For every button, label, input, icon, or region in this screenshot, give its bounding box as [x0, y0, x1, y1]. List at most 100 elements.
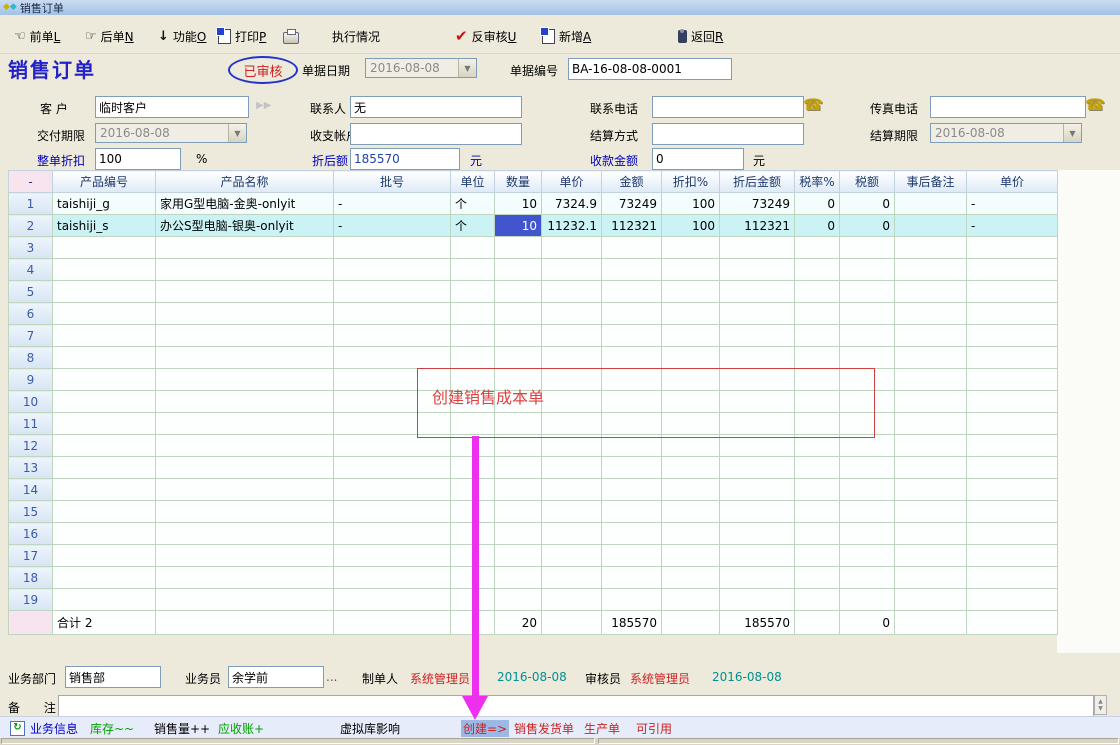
column-header[interactable]: 折后金额: [720, 171, 795, 193]
table-cell[interactable]: [53, 523, 156, 545]
table-cell[interactable]: [967, 567, 1058, 589]
table-cell[interactable]: [156, 501, 334, 523]
fax-input[interactable]: [930, 96, 1086, 118]
table-cell[interactable]: 11232.1: [542, 215, 602, 237]
row-number-cell[interactable]: 18: [9, 567, 53, 589]
table-cell[interactable]: [967, 259, 1058, 281]
table-cell[interactable]: -: [334, 215, 451, 237]
table-cell[interactable]: [53, 413, 156, 435]
table-cell[interactable]: [602, 501, 662, 523]
table-cell[interactable]: [495, 303, 542, 325]
table-cell[interactable]: [542, 567, 602, 589]
table-cell[interactable]: [795, 545, 840, 567]
table-cell[interactable]: [53, 369, 156, 391]
table-cell[interactable]: [334, 303, 451, 325]
settle-method-input[interactable]: [652, 123, 804, 145]
table-cell[interactable]: [840, 523, 895, 545]
table-cell[interactable]: [156, 589, 334, 611]
column-header[interactable]: 数量: [495, 171, 542, 193]
table-cell[interactable]: [451, 325, 495, 347]
table-cell[interactable]: [720, 347, 795, 369]
bottombar-item-business-info[interactable]: 业务信息: [30, 720, 78, 737]
table-cell[interactable]: [967, 413, 1058, 435]
table-cell[interactable]: [495, 457, 542, 479]
table-cell[interactable]: [602, 589, 662, 611]
bottombar-item-sales-delivery[interactable]: 销售发货单: [514, 720, 574, 737]
table-cell[interactable]: [720, 259, 795, 281]
toolbar-button-new[interactable]: 新增A: [542, 26, 591, 46]
table-cell[interactable]: [795, 567, 840, 589]
table-cell[interactable]: [334, 347, 451, 369]
table-cell[interactable]: 73249: [720, 193, 795, 215]
table-cell[interactable]: [156, 457, 334, 479]
table-cell[interactable]: [895, 237, 967, 259]
table-cell[interactable]: [895, 567, 967, 589]
column-header[interactable]: 金额: [602, 171, 662, 193]
table-cell[interactable]: [495, 523, 542, 545]
table-cell[interactable]: [451, 303, 495, 325]
table-cell[interactable]: [895, 501, 967, 523]
spin-down-icon[interactable]: ▼: [1098, 705, 1103, 712]
table-cell[interactable]: [495, 347, 542, 369]
table-cell[interactable]: [542, 347, 602, 369]
table-cell[interactable]: 10: [495, 215, 542, 237]
column-header[interactable]: 批号: [334, 171, 451, 193]
table-cell[interactable]: [967, 457, 1058, 479]
table-cell[interactable]: [602, 523, 662, 545]
toolbar-button-printer[interactable]: [283, 26, 299, 46]
table-cell[interactable]: [156, 479, 334, 501]
table-cell[interactable]: [542, 501, 602, 523]
table-cell[interactable]: [334, 325, 451, 347]
table-cell[interactable]: [542, 237, 602, 259]
bottombar-item-inventory[interactable]: 库存~~: [90, 720, 134, 737]
table-cell[interactable]: [662, 457, 720, 479]
table-cell[interactable]: [967, 545, 1058, 567]
bottombar-item-receivable[interactable]: 应收账+: [218, 720, 264, 737]
table-cell[interactable]: [602, 347, 662, 369]
table-cell[interactable]: [967, 523, 1058, 545]
table-cell[interactable]: [495, 281, 542, 303]
table-cell[interactable]: [895, 479, 967, 501]
table-cell[interactable]: [840, 589, 895, 611]
table-cell[interactable]: [967, 369, 1058, 391]
row-number-cell[interactable]: 19: [9, 589, 53, 611]
table-cell[interactable]: [542, 457, 602, 479]
table-cell[interactable]: [720, 545, 795, 567]
table-cell[interactable]: [495, 545, 542, 567]
table-cell[interactable]: [53, 501, 156, 523]
table-cell[interactable]: [53, 347, 156, 369]
table-cell[interactable]: 7324.9: [542, 193, 602, 215]
table-cell[interactable]: [156, 523, 334, 545]
table-cell[interactable]: [662, 347, 720, 369]
table-cell[interactable]: [495, 479, 542, 501]
table-cell[interactable]: [602, 479, 662, 501]
bottombar-item-sales-volume[interactable]: 销售量++: [154, 720, 210, 737]
remark-input[interactable]: [58, 695, 1094, 717]
table-cell[interactable]: [53, 281, 156, 303]
table-cell[interactable]: [840, 281, 895, 303]
toolbar-button-unaudit[interactable]: ✔反审核U: [455, 26, 516, 46]
table-cell[interactable]: [53, 325, 156, 347]
table-cell[interactable]: [840, 259, 895, 281]
table-cell[interactable]: [156, 237, 334, 259]
row-number-cell[interactable]: 12: [9, 435, 53, 457]
table-cell[interactable]: [156, 281, 334, 303]
toolbar-button-next-order[interactable]: ☞后单N: [85, 26, 134, 46]
table-cell[interactable]: 10: [495, 193, 542, 215]
table-cell[interactable]: [895, 215, 967, 237]
table-cell[interactable]: [840, 237, 895, 259]
table-cell[interactable]: [602, 325, 662, 347]
row-number-cell[interactable]: 17: [9, 545, 53, 567]
table-cell[interactable]: [840, 303, 895, 325]
table-cell[interactable]: 家用G型电脑-金奥-onlyit: [156, 193, 334, 215]
table-cell[interactable]: [840, 479, 895, 501]
table-cell[interactable]: [53, 259, 156, 281]
table-cell[interactable]: 0: [840, 215, 895, 237]
table-cell[interactable]: [542, 325, 602, 347]
table-cell[interactable]: [967, 303, 1058, 325]
table-cell[interactable]: [662, 479, 720, 501]
table-cell[interactable]: [542, 303, 602, 325]
table-cell[interactable]: [542, 479, 602, 501]
table-cell[interactable]: [662, 545, 720, 567]
table-cell[interactable]: [795, 259, 840, 281]
